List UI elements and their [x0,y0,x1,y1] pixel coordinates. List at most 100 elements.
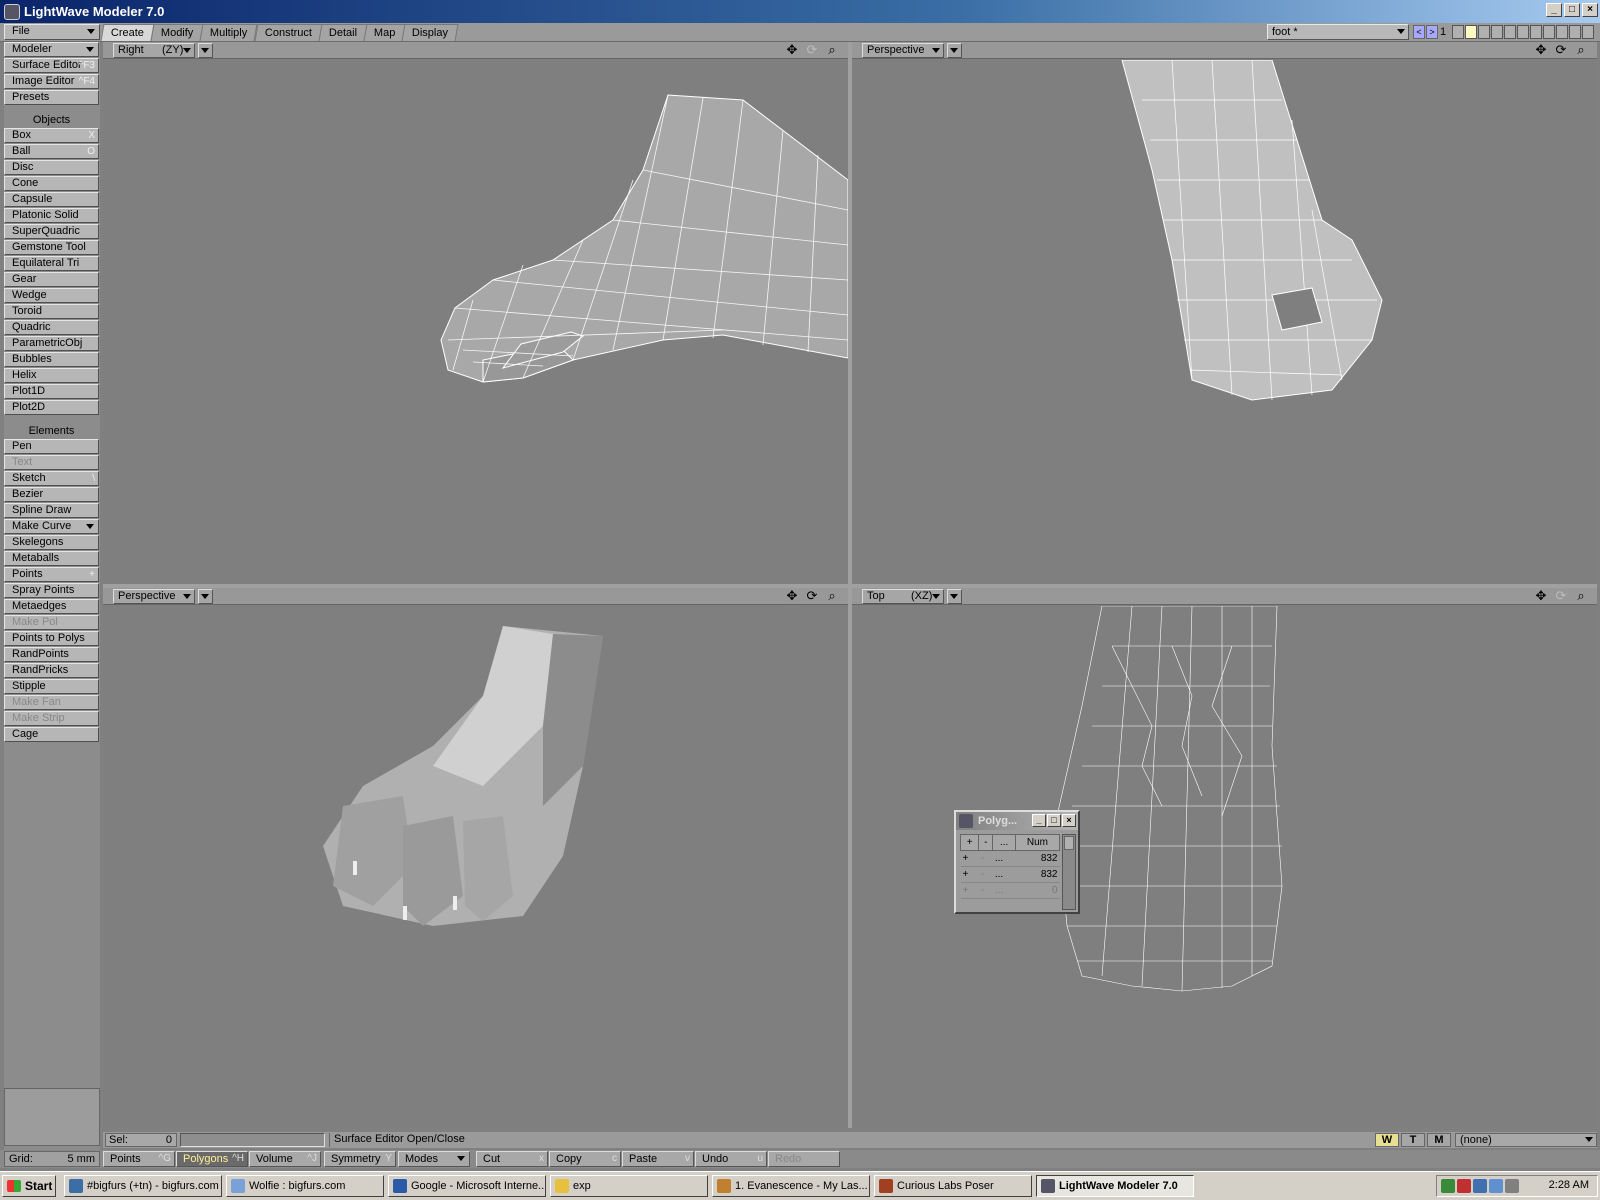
layer-slot[interactable] [1556,25,1568,39]
layer-slot[interactable] [1478,25,1490,39]
layer-slot[interactable] [1452,25,1464,39]
polygon-statistics-titlebar[interactable]: Polyg... _ □ × [956,812,1078,830]
taskbar-task-button[interactable]: Google - Microsoft Interne... [388,1175,546,1197]
tool-metaballs-button[interactable]: Metaballs [4,551,99,566]
render-mode-select[interactable] [947,589,962,604]
tool-randpricks-button[interactable]: RandPricks [4,663,99,678]
render-mode-select[interactable] [947,43,962,58]
zoom-view-icon[interactable]: ⌕ [824,43,840,58]
remove-selection-button[interactable]: - [978,866,993,883]
morph-map-toggle[interactable]: M [1427,1133,1451,1147]
tool-bubbles-button[interactable]: Bubbles [4,352,99,367]
minimize-button[interactable]: _ [1546,3,1562,17]
viewport-perspective-top[interactable]: Perspective ✥ ⟳ ⌕ [852,42,1597,584]
file-menu[interactable]: File [4,24,100,40]
taskbar-task-button[interactable]: Wolfie : bigfurs.com [226,1175,384,1197]
points-mode-button[interactable]: Points ^G [103,1151,175,1167]
start-button[interactable]: Start [2,1175,56,1197]
taskbar-task-button[interactable]: #bigfurs (+tn) - bigfurs.com [64,1175,222,1197]
remove-selection-button[interactable]: - [978,882,993,899]
add-selection-button[interactable]: + [960,866,979,883]
remove-selection-button[interactable]: - [978,850,993,867]
weight-map-toggle[interactable]: W [1375,1133,1399,1147]
symmetry-toggle[interactable]: Symmetry Y [324,1151,396,1167]
copy-button[interactable]: Copy c [549,1151,621,1167]
zoom-view-icon[interactable]: ⌕ [1573,589,1589,604]
rotate-view-icon[interactable]: ⟳ [1553,589,1569,604]
tool-bezier-button[interactable]: Bezier [4,487,99,502]
tray-mouse-icon[interactable] [1505,1179,1519,1193]
tab-create[interactable]: Create [100,24,155,41]
layer-menu[interactable] [1582,25,1594,39]
next-layer-button[interactable]: > [1426,25,1438,39]
zoom-view-icon[interactable]: ⌕ [1573,43,1589,58]
tool-gear-button[interactable]: Gear [4,272,99,287]
tool-make-strip-button[interactable]: Make Strip [4,711,99,726]
tool-equilateral-tri-button[interactable]: Equilateral Tri [4,256,99,271]
layer-slot[interactable] [1504,25,1516,39]
tool-spline-draw-button[interactable]: Spline Draw [4,503,99,518]
tool-points-to-polys-button[interactable]: Points to Polys [4,631,99,646]
redo-button[interactable]: Redo [768,1151,840,1167]
taskbar-task-button[interactable]: 1. Evanescence - My Las... [712,1175,870,1197]
texture-map-toggle[interactable]: T [1401,1133,1425,1147]
taskbar-task-button[interactable]: exp [550,1175,708,1197]
tool-text-button[interactable]: Text [4,455,99,470]
tool-make-pol-button[interactable]: Make Pol [4,615,99,630]
tool-make-curve-button[interactable]: Make Curve [4,519,99,534]
vertex-map-select[interactable]: (none) [1455,1133,1597,1147]
tab-map[interactable]: Map [363,24,406,41]
lightwave-app-icon[interactable] [4,3,20,20]
tab-modify[interactable]: Modify [150,24,204,41]
tool-toroid-button[interactable]: Toroid [4,304,99,319]
tool-cage-button[interactable]: Cage [4,727,99,742]
tray-network-icon[interactable] [1441,1179,1455,1193]
volume-mode-button[interactable]: Volume ^J [249,1151,321,1167]
cut-button[interactable]: Cut x [476,1151,548,1167]
move-view-icon[interactable]: ✥ [1533,589,1549,604]
tool-box-button[interactable]: Box X [4,128,99,143]
layer-slot[interactable] [1465,25,1477,39]
render-mode-select[interactable] [198,589,213,604]
tool-pen-button[interactable]: Pen [4,439,99,454]
layer-slot[interactable] [1569,25,1581,39]
tool-sketch-button[interactable]: Sketch \ [4,471,99,486]
tool-skelegons-button[interactable]: Skelegons [4,535,99,550]
panel-scrollbar[interactable] [1062,834,1076,910]
tool-wedge-button[interactable]: Wedge [4,288,99,303]
layer-slot[interactable] [1543,25,1555,39]
layer-slot[interactable] [1530,25,1542,39]
tool-stipple-button[interactable]: Stipple [4,679,99,694]
add-selection-button[interactable]: + [960,882,979,899]
tab-detail[interactable]: Detail [318,24,368,41]
tab-construct[interactable]: Construct [254,24,323,41]
maximize-button[interactable]: □ [1564,3,1580,17]
scrollbar-thumb[interactable] [1064,836,1074,850]
maximize-button[interactable]: □ [1047,814,1061,827]
tool-disc-button[interactable]: Disc [4,160,99,175]
tray-app-icon[interactable] [1457,1179,1471,1193]
tool-plot2d-button[interactable]: Plot2D [4,400,99,415]
taskbar-task-button[interactable]: LightWave Modeler 7.0 [1036,1175,1194,1197]
tray-volume-icon[interactable] [1473,1179,1487,1193]
tool-spray-points-button[interactable]: Spray Points [4,583,99,598]
presets-button[interactable]: Presets [4,90,99,105]
prev-layer-button[interactable]: < [1413,25,1425,39]
tool-make-fan-button[interactable]: Make Fan [4,695,99,710]
view-type-select[interactable]: Perspective [113,589,195,604]
tool-cone-button[interactable]: Cone [4,176,99,191]
close-button[interactable]: × [1062,814,1076,827]
view-type-select[interactable]: Perspective [862,43,944,58]
modeler-menu[interactable]: Modeler [4,42,99,57]
view-type-select[interactable]: Top (XZ) [862,589,944,604]
polygons-mode-button[interactable]: Polygons ^H [176,1151,248,1167]
close-button[interactable]: × [1582,3,1598,17]
tool-points-button[interactable]: Points + [4,567,99,582]
surface-editor-button[interactable]: Surface Editor ^F3 [4,58,99,73]
rotate-view-icon[interactable]: ⟳ [804,43,820,58]
undo-button[interactable]: Undo u [695,1151,767,1167]
add-selection-button[interactable]: + [960,850,979,867]
minimize-button[interactable]: _ [1032,814,1046,827]
tool-platonic-solid-button[interactable]: Platonic Solid [4,208,99,223]
tab-multiply[interactable]: Multiply [199,24,259,41]
